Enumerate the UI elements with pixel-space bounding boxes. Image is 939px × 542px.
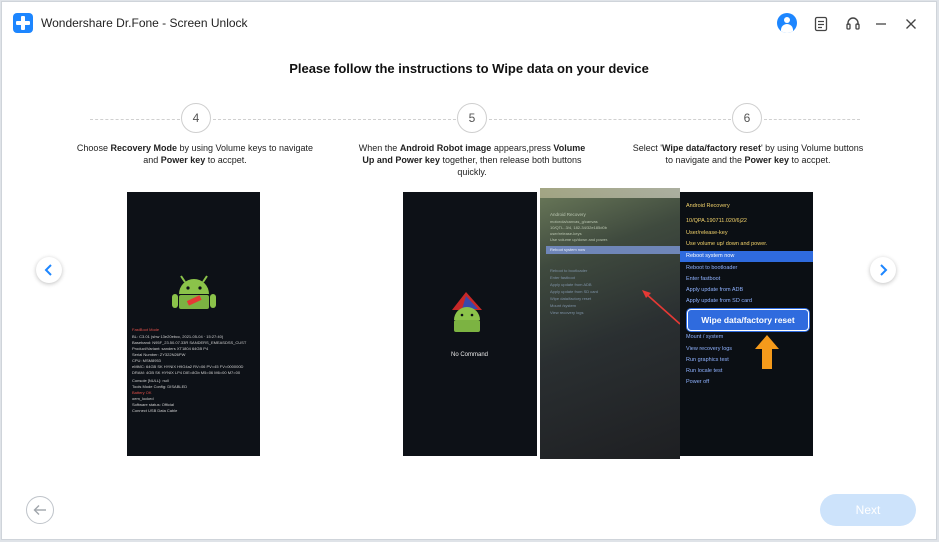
chevron-left-icon bbox=[44, 264, 52, 276]
step-4-circle: 4 bbox=[181, 103, 211, 133]
app-window: Wondershare Dr.Fone - Screen Unlock Plea… bbox=[1, 1, 937, 540]
pointer-arrow-icon bbox=[642, 290, 680, 325]
instruction-heading: Please follow the instructions to Wipe d… bbox=[289, 61, 649, 76]
step-5-circle: 5 bbox=[457, 103, 487, 133]
app-title: Wondershare Dr.Fone - Screen Unlock bbox=[41, 16, 248, 30]
feedback-icon[interactable] bbox=[811, 14, 831, 34]
step-5-description: When the Android Robot image appears,pre… bbox=[358, 143, 586, 177]
minimize-icon[interactable] bbox=[871, 14, 891, 34]
support-headset-icon[interactable] bbox=[843, 14, 863, 34]
prev-slide-button[interactable] bbox=[36, 257, 62, 283]
arrow-left-icon bbox=[33, 505, 46, 515]
no-command-label: No Command bbox=[451, 352, 489, 358]
drfone-logo-icon bbox=[13, 13, 33, 33]
close-icon[interactable] bbox=[901, 14, 921, 34]
step-6-description: Select 'Wipe data/factory reset' by usin… bbox=[632, 143, 864, 165]
step-connector bbox=[213, 119, 456, 121]
android-robot-icon bbox=[172, 275, 216, 309]
account-avatar-icon[interactable] bbox=[777, 13, 797, 33]
android-robot-icon bbox=[452, 292, 482, 332]
back-button[interactable] bbox=[26, 496, 54, 524]
recovery-selected-item: Reboot system now bbox=[680, 251, 813, 262]
fastboot-screen-image: FastBoot Mode BL: C3.01 (shw 13e20ebcc, … bbox=[127, 192, 260, 456]
step-connector bbox=[90, 119, 180, 121]
recovery-photo-image: Android Recovery motorola/canvas_g/canva… bbox=[540, 188, 680, 459]
recovery-menu-screen-image: Android Recovery 10/QPA.190711.020/6j22 … bbox=[680, 192, 813, 456]
next-slide-button[interactable] bbox=[870, 257, 896, 283]
step-connector bbox=[764, 119, 860, 121]
no-command-screen-image: No Command bbox=[403, 192, 537, 456]
step-connector bbox=[489, 119, 731, 121]
wipe-data-highlight: Wipe data/factory reset bbox=[687, 309, 809, 331]
next-button[interactable]: Next bbox=[820, 494, 916, 526]
step-6-circle: 6 bbox=[732, 103, 762, 133]
chevron-right-icon bbox=[880, 264, 888, 276]
step-4-description: Choose Recovery Mode by using Volume key… bbox=[76, 143, 314, 165]
title-bar: Wondershare Dr.Fone - Screen Unlock bbox=[2, 2, 936, 46]
